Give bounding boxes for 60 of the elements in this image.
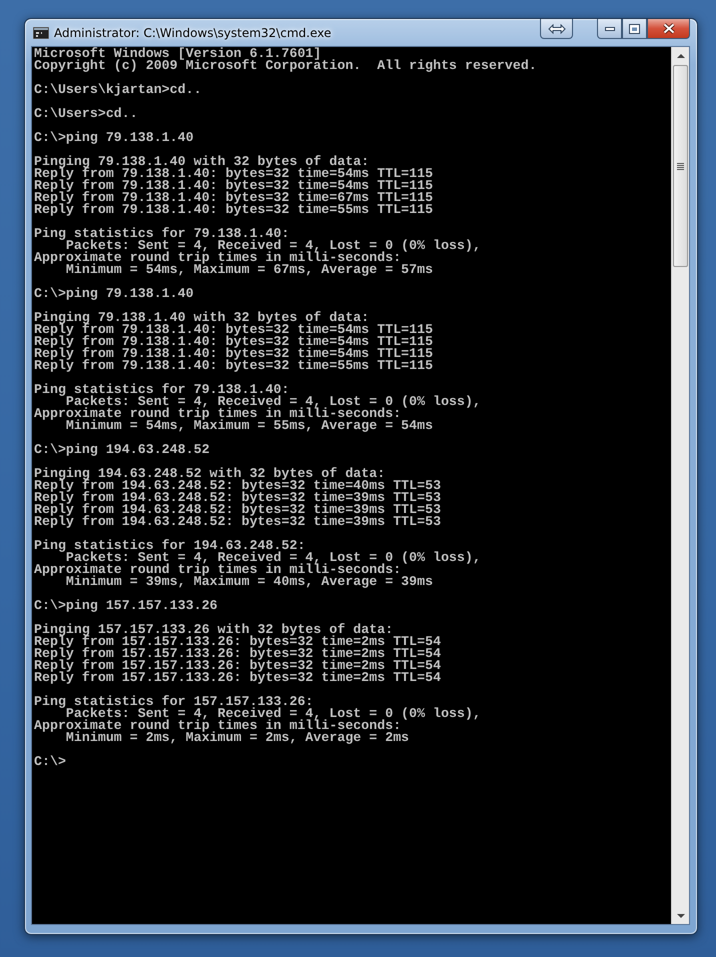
maximize-button[interactable] xyxy=(622,19,647,39)
console-line: Reply from 79.138.1.40: bytes=32 time=54ms TTL=115 xyxy=(34,348,433,360)
console-line: Reply from 194.63.248.52: bytes=32 time=39ms TTL=53 xyxy=(34,516,441,528)
console-line: Pinging 79.138.1.40 with 32 bytes of data: xyxy=(34,312,370,324)
console-line: Minimum = 54ms, Maximum = 55ms, Average = 54ms xyxy=(66,420,433,432)
console-line: Packets: Sent = 4, Received = 4, Lost = 0 (0% loss), xyxy=(66,240,481,252)
console-line: Reply from 79.138.1.40: bytes=32 time=54ms TTL=115 xyxy=(34,336,433,348)
console-line: Packets: Sent = 4, Received = 4, Lost = 0 (0% loss), xyxy=(66,708,481,720)
minimize-button[interactable] xyxy=(597,19,622,39)
snap-button[interactable] xyxy=(540,19,573,39)
console-line: Reply from 157.157.133.26: bytes=32 time=2ms TTL=54 xyxy=(34,672,441,684)
console-line: Reply from 157.157.133.26: bytes=32 time=2ms TTL=54 xyxy=(34,648,441,660)
double-arrow-icon xyxy=(548,24,566,34)
console-line: Ping statistics for 157.157.133.26: xyxy=(34,696,314,708)
console-line: Reply from 79.138.1.40: bytes=32 time=54ms TTL=115 xyxy=(34,180,433,192)
scroll-thumb[interactable] xyxy=(673,65,688,267)
console-line: Reply from 157.157.133.26: bytes=32 time=2ms TTL=54 xyxy=(34,660,441,672)
console-line: Reply from 79.138.1.40: bytes=32 time=55ms TTL=115 xyxy=(34,204,433,216)
console-line: Ping statistics for 79.138.1.40: xyxy=(34,228,290,240)
console-line: C:\Users\kjartan>cd.. xyxy=(34,84,202,96)
console-line: Pinging 157.157.133.26 with 32 bytes of data: xyxy=(34,624,394,636)
maximize-icon xyxy=(629,24,640,34)
console-line: Approximate round trip times in milli-seconds: xyxy=(34,564,402,576)
console-line: Reply from 194.63.248.52: bytes=32 time=39ms TTL=53 xyxy=(34,492,441,504)
console-line: Packets: Sent = 4, Received = 4, Lost = 0 (0% loss), xyxy=(66,552,481,564)
console-line: C:\>ping 194.63.248.52 xyxy=(34,444,210,456)
console-line: Minimum = 39ms, Maximum = 40ms, Average = 39ms xyxy=(66,576,433,588)
console-line: Reply from 157.157.133.26: bytes=32 time=2ms TTL=54 xyxy=(34,636,441,648)
console-line: Reply from 194.63.248.52: bytes=32 time=40ms TTL=53 xyxy=(34,480,441,492)
console-line: Pinging 194.63.248.52 with 32 bytes of data: xyxy=(34,468,386,480)
close-icon xyxy=(662,23,674,34)
console-line: C:\Users>cd.. xyxy=(34,108,138,120)
console-line: Approximate round trip times in milli-seconds: xyxy=(34,408,402,420)
console-line: Approximate round trip times in milli-seconds: xyxy=(34,720,402,732)
console-line: Microsoft Windows [Version 6.1.7601] xyxy=(34,48,322,60)
console-line: C:\>ping 79.138.1.40 xyxy=(34,288,194,300)
console-line: Copyright (c) 2009 Microsoft Corporation. All rights reserved. xyxy=(34,60,537,72)
grip-icon xyxy=(677,162,684,170)
console-line: Ping statistics for 79.138.1.40: xyxy=(34,384,290,396)
console-line: Reply from 79.138.1.40: bytes=32 time=54ms TTL=115 xyxy=(34,324,433,336)
console-line: Ping statistics for 194.63.248.52: xyxy=(34,540,306,552)
close-button[interactable] xyxy=(647,19,690,39)
minimize-icon xyxy=(604,26,614,30)
console-line: Minimum = 54ms, Maximum = 67ms, Average = 57ms xyxy=(66,264,433,276)
console-line: Pinging 79.138.1.40 with 32 bytes of data: xyxy=(34,156,370,168)
console-line: Reply from 79.138.1.40: bytes=32 time=55ms TTL=115 xyxy=(34,360,433,372)
console-line: C:\>ping 79.138.1.40 xyxy=(34,132,194,144)
console-line: Packets: Sent = 4, Received = 4, Lost = 0 (0% loss), xyxy=(66,396,481,408)
scroll-down-icon[interactable] xyxy=(676,914,684,918)
scroll-up-icon[interactable] xyxy=(676,54,684,58)
console-line: Reply from 194.63.248.52: bytes=32 time=39ms TTL=53 xyxy=(34,504,441,516)
console-line: C:\>ping 157.157.133.26 xyxy=(34,600,218,612)
scroll-bar[interactable] xyxy=(671,47,689,924)
console-line: Reply from 79.138.1.40: bytes=32 time=54ms TTL=115 xyxy=(34,168,433,180)
console-line: C:\> xyxy=(34,756,66,768)
console-line: Approximate round trip times in milli-seconds: xyxy=(34,252,402,264)
console-icon xyxy=(33,26,49,38)
window-title: Administrator: C:\Windows\system32\cmd.exe xyxy=(54,26,332,40)
console-line: Reply from 79.138.1.40: bytes=32 time=67ms TTL=115 xyxy=(34,192,433,204)
console-line: Minimum = 2ms, Maximum = 2ms, Average = 2ms xyxy=(66,732,410,744)
